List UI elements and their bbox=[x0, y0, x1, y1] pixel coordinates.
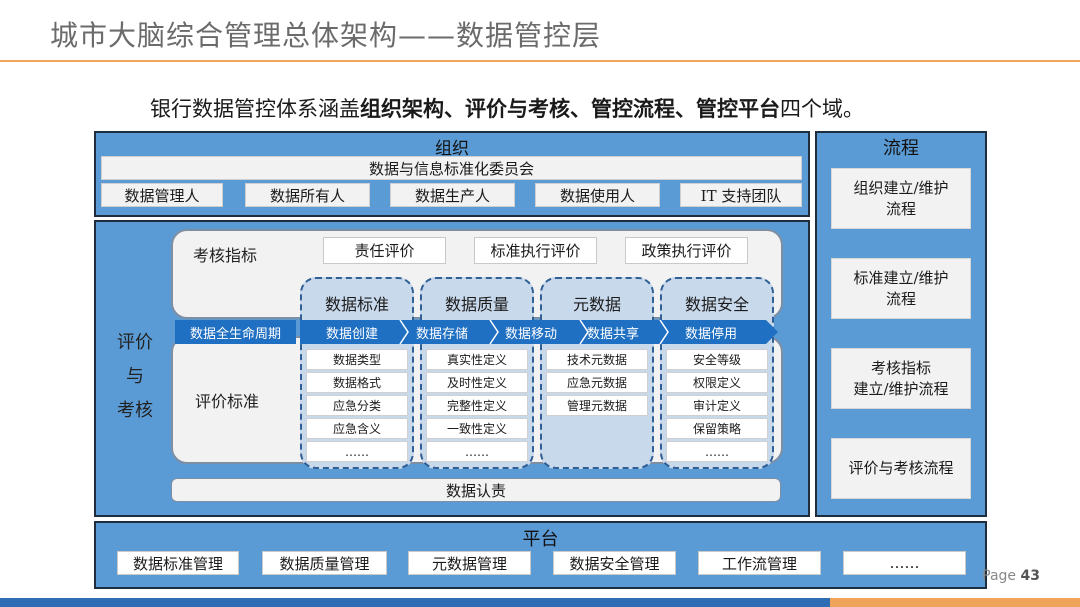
side-label-line: 评价 bbox=[117, 332, 153, 353]
subtitle-prefix: 银行数据管控体系涵盖 bbox=[150, 97, 360, 121]
subtitle: 银行数据管控体系涵盖组织架构、评价与考核、管控流程、管控平台四个域。 bbox=[150, 93, 864, 123]
page-number: Page 43 bbox=[982, 568, 1040, 584]
column-header: 数据安全 bbox=[684, 295, 749, 314]
list-item: 技术元数据 bbox=[546, 349, 648, 370]
list-item: 数据类型 bbox=[306, 349, 408, 370]
list-item: …… bbox=[426, 441, 528, 462]
role-box: 数据所有人 bbox=[245, 183, 370, 207]
process-item: 标准建立/维护 流程 bbox=[831, 258, 971, 319]
kpi-box: 标准执行评价 bbox=[474, 237, 597, 264]
list-item: 数据格式 bbox=[306, 372, 408, 393]
platform-item: 数据质量管理 bbox=[262, 551, 387, 575]
kpi-box: 政策执行评价 bbox=[625, 237, 748, 264]
kpi-box: 责任评价 bbox=[323, 237, 446, 264]
page-title: 城市大脑综合管理总体架构——数据管控层 bbox=[50, 19, 602, 52]
process-item: 考核指标 建立/维护流程 bbox=[831, 348, 971, 409]
accountability-box: 数据认责 bbox=[171, 478, 781, 502]
lifecycle-step: 数据存储 bbox=[415, 326, 468, 342]
page-label: Page bbox=[982, 568, 1017, 584]
list-item: 应急元数据 bbox=[546, 372, 648, 393]
platform-item: 元数据管理 bbox=[408, 551, 531, 575]
lifecycle-step: 数据创建 bbox=[325, 326, 378, 342]
list-item: 保留策略 bbox=[666, 418, 768, 439]
lifecycle-step: 数据停用 bbox=[684, 326, 737, 342]
list-item: 应急分类 bbox=[306, 395, 408, 416]
column-header: 数据标准 bbox=[324, 295, 389, 314]
platform-header: 平台 bbox=[522, 529, 559, 550]
process-header: 流程 bbox=[883, 138, 919, 159]
platform-item: 数据标准管理 bbox=[117, 551, 239, 575]
lifecycle-step: 数据共享 bbox=[586, 326, 639, 342]
side-label-line: 与 bbox=[126, 366, 144, 387]
evaluation-side-label: 评价 与 考核 bbox=[110, 326, 160, 428]
process-item: 组织建立/维护 流程 bbox=[831, 168, 971, 229]
list-item: 真实性定义 bbox=[426, 349, 528, 370]
kpi-label: 考核指标 bbox=[193, 246, 258, 265]
lifecycle-label: 数据全生命周期 bbox=[175, 320, 296, 344]
platform-item: 数据安全管理 bbox=[553, 551, 676, 575]
subtitle-domains: 组织架构、评价与考核、管控流程、管控平台 bbox=[360, 96, 780, 121]
role-box: 数据生产人 bbox=[390, 183, 515, 207]
lifecycle-step: 数据移动 bbox=[504, 326, 557, 342]
page-number-value: 43 bbox=[1020, 568, 1040, 584]
standard-label: 评价标准 bbox=[195, 392, 260, 411]
list-item: 权限定义 bbox=[666, 372, 768, 393]
role-box: 数据使用人 bbox=[535, 183, 660, 207]
list-item: 一致性定义 bbox=[426, 418, 528, 439]
platform-item: …… bbox=[843, 551, 966, 575]
role-box: IT 支持团队 bbox=[680, 183, 802, 207]
column-header: 元数据 bbox=[572, 295, 621, 314]
list-item: …… bbox=[306, 441, 408, 462]
role-box: 数据管理人 bbox=[101, 183, 223, 207]
subtitle-suffix: 四个域。 bbox=[780, 97, 864, 121]
list-item: …… bbox=[666, 441, 768, 462]
footer-bar bbox=[0, 598, 1080, 607]
list-item: 审计定义 bbox=[666, 395, 768, 416]
committee-box: 数据与信息标准化委员会 bbox=[101, 156, 802, 180]
list-item: 及时性定义 bbox=[426, 372, 528, 393]
column-header: 数据质量 bbox=[444, 295, 509, 314]
side-label-line: 考核 bbox=[117, 400, 153, 421]
process-item: 评价与考核流程 bbox=[831, 438, 971, 499]
list-item: 安全等级 bbox=[666, 349, 768, 370]
list-item: 应急含义 bbox=[306, 418, 408, 439]
title-divider bbox=[0, 60, 1080, 62]
list-item: 管理元数据 bbox=[546, 395, 648, 416]
platform-item: 工作流管理 bbox=[698, 551, 821, 575]
list-item: 完整性定义 bbox=[426, 395, 528, 416]
